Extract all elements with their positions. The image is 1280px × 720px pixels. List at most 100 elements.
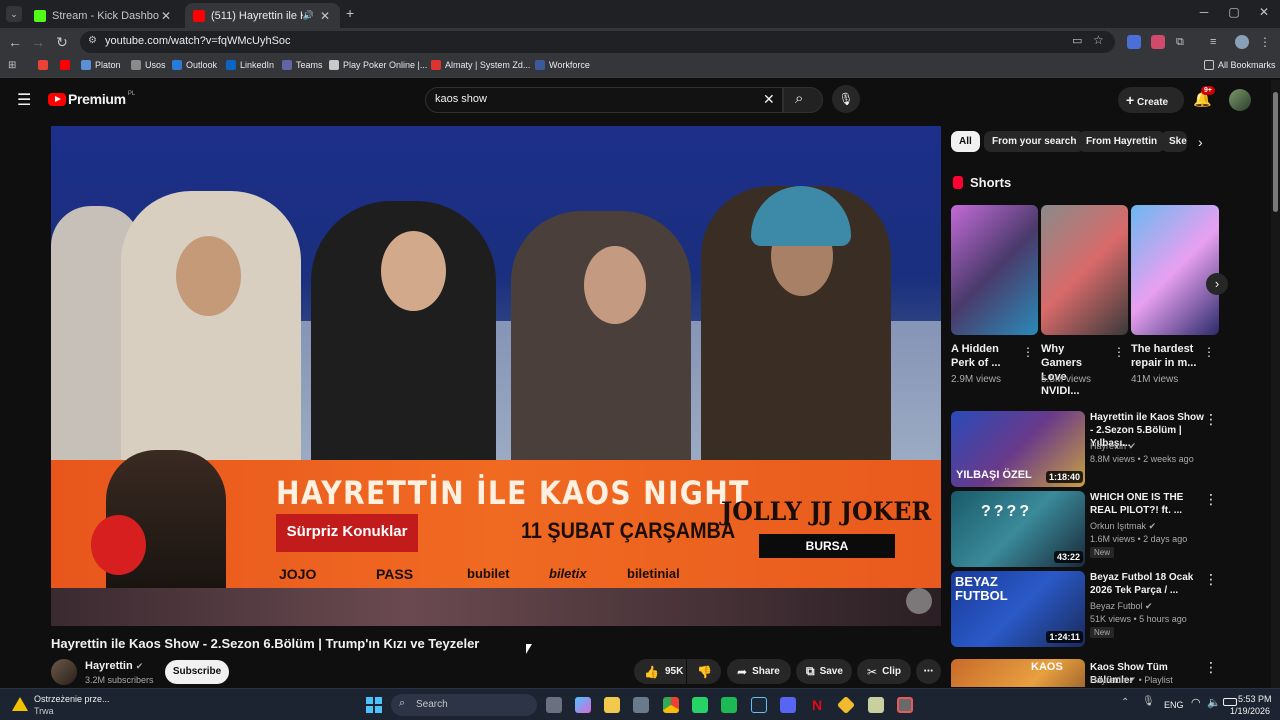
short-card[interactable] — [951, 205, 1038, 335]
reading-list-icon[interactable]: ≡ — [1210, 35, 1224, 49]
clear-search-icon[interactable]: ✕ — [763, 91, 775, 108]
reload-button[interactable]: ↻ — [52, 34, 72, 50]
more-vertical-icon[interactable]: ⋮ — [1022, 345, 1034, 359]
dislike-button[interactable]: 👎 — [687, 659, 721, 684]
browser-menu-icon[interactable]: ⋮ — [1259, 35, 1273, 49]
site-info-icon[interactable]: ⚙ — [88, 35, 97, 46]
bookmark-almaty[interactable]: Almaty | System Zd... — [431, 60, 530, 70]
app-icon[interactable] — [868, 697, 884, 713]
discord-icon[interactable] — [780, 697, 796, 713]
back-button[interactable]: ← — [5, 34, 25, 50]
more-vertical-icon[interactable]: ⋮ — [1113, 345, 1125, 359]
gmail-bookmark[interactable] — [38, 60, 52, 70]
bookmark-linkedin[interactable]: LinkedIn — [226, 60, 274, 70]
more-vertical-icon[interactable]: ⋮ — [1203, 345, 1215, 359]
short-card[interactable] — [1041, 205, 1128, 335]
apps-grid-icon[interactable]: ⊞ — [8, 60, 16, 71]
address-bar[interactable]: ⚙ youtube.com/watch?v=fqWMcUyhSoc ▭ ☆ — [80, 31, 1115, 53]
channel-avatar[interactable] — [51, 659, 77, 685]
video-player[interactable]: HAYRETTİN İLE KAOS NIGHT Sürpriz Konukla… — [51, 126, 941, 626]
whatsapp-icon[interactable] — [692, 697, 708, 713]
bookmark-platon[interactable]: Platon — [81, 60, 121, 70]
taskbar-search[interactable]: ⌕ Search — [391, 694, 537, 716]
clock-time[interactable]: 5:53 PM — [1238, 694, 1272, 704]
short-title[interactable]: Why Gamers Love NVIDI... — [1041, 342, 1107, 398]
extension-icon[interactable] — [1151, 35, 1165, 49]
scrollbar-thumb[interactable] — [1273, 92, 1278, 212]
wifi-icon[interactable]: ◠ — [1191, 696, 1201, 709]
bookmark-outlook[interactable]: Outlook — [172, 60, 217, 70]
store-icon[interactable] — [633, 697, 649, 713]
chrome-icon[interactable] — [663, 697, 679, 713]
minimize-button[interactable]: ─ — [1189, 5, 1219, 19]
more-vertical-icon[interactable]: ⋮ — [1204, 571, 1218, 588]
maximize-button[interactable]: ▢ — [1219, 5, 1249, 19]
menu-hamburger-icon[interactable]: ☰ — [17, 90, 31, 110]
like-button[interactable]: 👍 95K — [634, 659, 686, 684]
tab-youtube-video[interactable]: (511) Hayrettin ile Kaos Sho 🔊 ✕ — [185, 3, 340, 28]
battery-icon[interactable] — [1223, 698, 1237, 706]
task-view-icon[interactable] — [546, 697, 562, 713]
chips-next-arrow-icon[interactable]: › — [1198, 134, 1203, 150]
bookmark-workforce[interactable]: Workforce — [535, 60, 590, 70]
channel-watermark[interactable] — [906, 588, 932, 614]
short-card[interactable] — [1131, 205, 1219, 335]
extensions-puzzle-icon[interactable]: ⧉ — [1176, 35, 1190, 49]
tab-search-button[interactable]: ⌄ — [6, 6, 22, 22]
spotify-icon[interactable] — [721, 697, 737, 713]
close-icon[interactable]: ✕ — [159, 9, 173, 23]
language-indicator[interactable]: ENG — [1164, 700, 1184, 710]
bookmark-star-icon[interactable]: ☆ — [1093, 33, 1104, 47]
short-title[interactable]: A Hidden Perk of ... — [951, 342, 1017, 370]
cast-icon[interactable]: ▭ — [1072, 34, 1082, 47]
voice-search-button[interactable]: 🎙 — [832, 85, 860, 113]
chip-from-hayrettin[interactable]: From Hayrettin — [1078, 131, 1166, 152]
forward-button[interactable]: → — [28, 34, 48, 50]
more-vertical-icon[interactable]: ⋮ — [1204, 411, 1218, 428]
chip-all[interactable]: All — [951, 131, 980, 152]
share-button[interactable]: ➦ Share — [727, 659, 791, 684]
subscribe-button[interactable]: Subscribe — [165, 660, 229, 684]
close-window-button[interactable]: ✕ — [1249, 5, 1279, 19]
recommended-video[interactable]: BEYAZ FUTBOL 1:24:11 Beyaz Futbol 18 Oca… — [951, 571, 1221, 647]
clock-date[interactable]: 1/19/2026 — [1230, 706, 1270, 716]
bookmark-poker[interactable]: Play Poker Online |... — [329, 60, 427, 70]
chip-from-your-search[interactable]: From your search — [984, 131, 1085, 152]
short-title[interactable]: The hardest repair in m... — [1131, 342, 1197, 370]
page-scrollbar[interactable] — [1271, 80, 1280, 688]
recommended-video[interactable]: ???? 43:22 WHICH ONE IS THE REAL PILOT?!… — [951, 491, 1221, 567]
show-hidden-icons[interactable]: ⌃ — [1121, 697, 1129, 708]
close-icon[interactable]: ✕ — [318, 9, 332, 23]
audio-icon[interactable]: 🔊 — [303, 10, 314, 21]
tab-kick-dashboard[interactable]: Stream - Kick Dashboard ✕ — [26, 3, 181, 28]
channel-name-row[interactable]: Hayrettin ✔ — [85, 660, 143, 672]
profile-avatar[interactable] — [1235, 35, 1249, 49]
recommended-playlist[interactable]: KAOS Kaos Show Tüm Bölümler Hayrettin ✔ … — [951, 659, 1221, 687]
start-button[interactable] — [366, 697, 382, 713]
steam-icon[interactable] — [751, 697, 767, 713]
warning-icon[interactable] — [12, 697, 28, 711]
chip-partial[interactable]: Ske — [1161, 131, 1187, 152]
all-bookmarks-button[interactable]: All Bookmarks — [1204, 60, 1276, 70]
copilot-icon[interactable] — [575, 697, 591, 713]
notifications-button[interactable]: 🔔 9+ — [1193, 86, 1215, 108]
more-vertical-icon[interactable]: ⋮ — [1204, 491, 1218, 508]
notification-title[interactable]: Ostrzeżenie prze... — [34, 694, 110, 704]
new-tab-button[interactable]: + — [346, 5, 354, 21]
bookmark-usos[interactable]: Usos — [131, 60, 166, 70]
file-explorer-icon[interactable] — [604, 697, 620, 713]
binance-icon[interactable] — [836, 695, 856, 715]
microphone-icon[interactable]: 🎙 — [1142, 696, 1155, 707]
account-avatar[interactable] — [1229, 89, 1251, 111]
volume-icon[interactable]: 🔈 — [1207, 696, 1221, 709]
more-vertical-icon[interactable]: ⋮ — [1204, 659, 1218, 676]
bookmark-teams[interactable]: Teams — [282, 60, 323, 70]
save-button[interactable]: ⧉ Save — [796, 659, 852, 684]
youtube-logo[interactable]: Premium PL — [48, 91, 135, 107]
shorts-next-button[interactable]: › — [1206, 273, 1228, 295]
app-icon[interactable] — [897, 697, 913, 713]
recommended-video[interactable]: YILBAŞI ÖZEL 1:18:40 Hayrettin ile Kaos … — [951, 411, 1221, 487]
search-input[interactable]: kaos show ✕ — [425, 87, 783, 113]
netflix-icon[interactable]: N — [809, 697, 825, 713]
clip-button[interactable]: ✂ Clip — [857, 659, 911, 684]
